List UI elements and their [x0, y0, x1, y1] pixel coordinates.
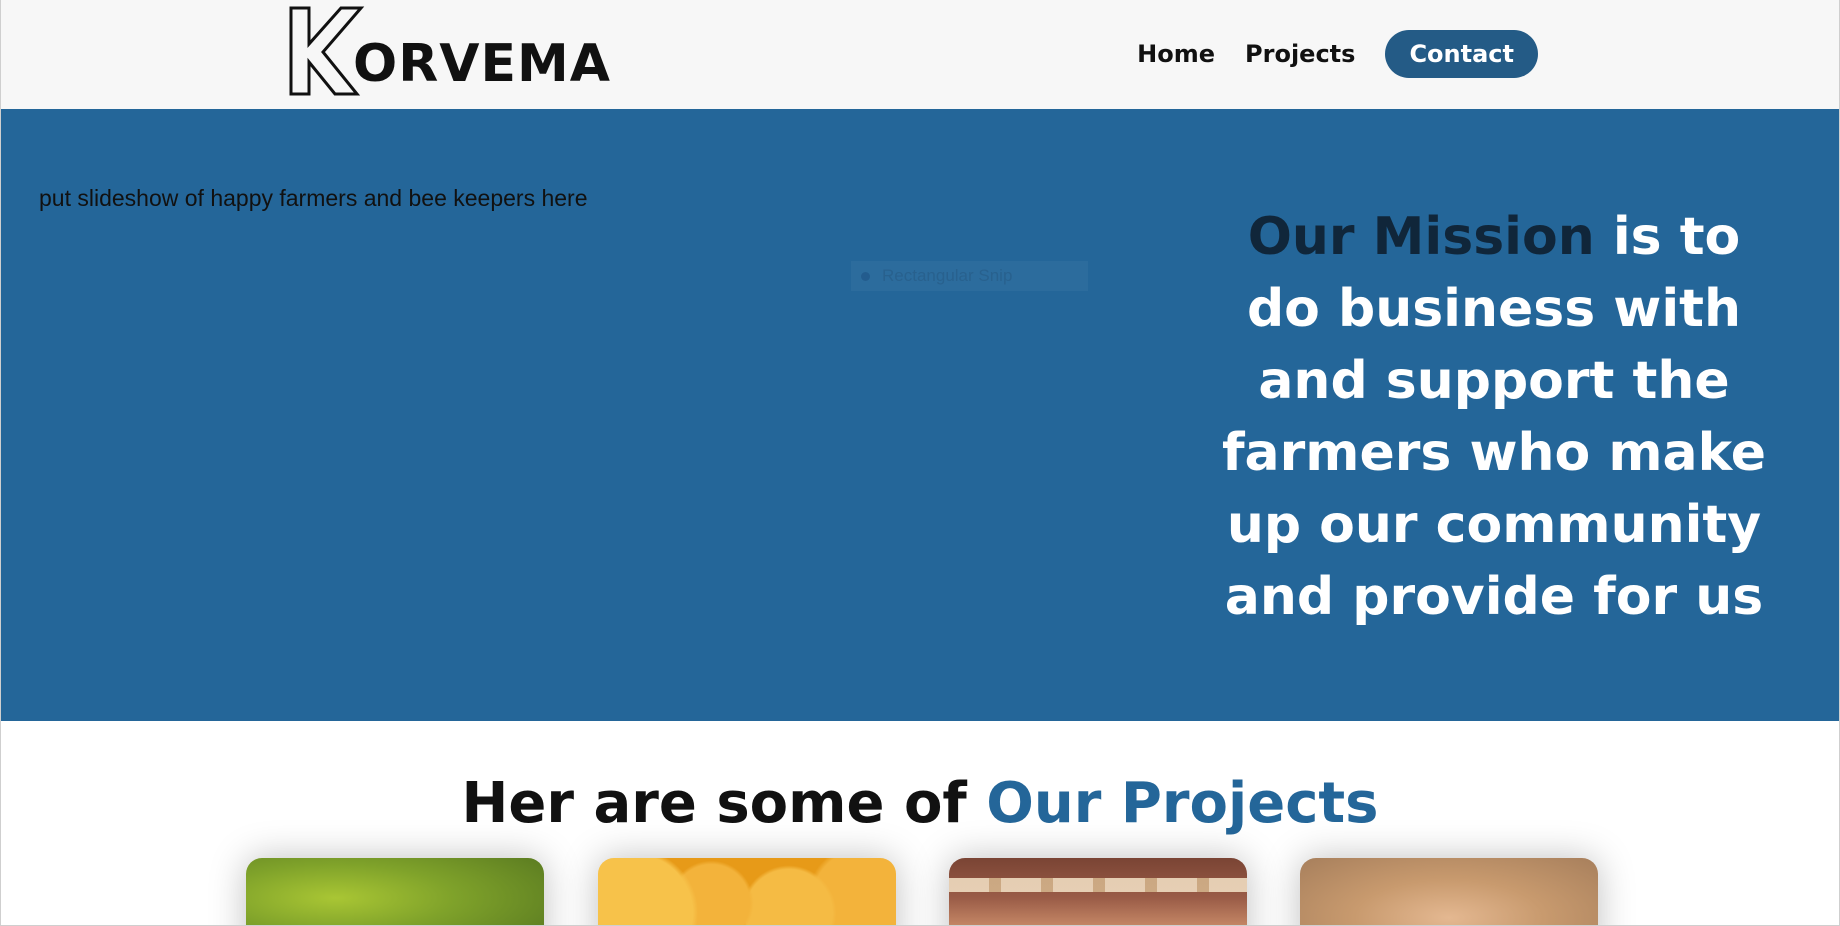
- snip-dot-icon: [861, 271, 870, 281]
- nav-projects-link[interactable]: Projects: [1245, 40, 1355, 68]
- project-card-honeycomb[interactable]: [598, 858, 896, 925]
- projects-heading-prefix: Her are some of: [461, 771, 987, 836]
- snip-tooltip-overlay: Rectangular Snip: [851, 261, 1088, 291]
- project-cards: [1, 858, 1839, 925]
- projects-heading: Her are some of Our Projects: [1, 768, 1839, 840]
- korvema-logo[interactable]: ORVEMA: [289, 6, 610, 98]
- mission-text: is to do business with and support the f…: [1221, 207, 1767, 627]
- mission-statement: Our Mission is to do business with and s…: [1211, 201, 1777, 633]
- projects-heading-accent: Our Projects: [986, 771, 1379, 836]
- logo-wordmark: ORVEMA: [353, 34, 612, 94]
- nav-home-link[interactable]: Home: [1137, 40, 1215, 68]
- slideshow-placeholder-text: put slideshow of happy farmers and bee k…: [39, 185, 588, 211]
- site-header: ORVEMA Home Projects Contact: [1, 0, 1839, 109]
- snip-tooltip-label: Rectangular Snip: [882, 266, 1013, 285]
- project-card-basket[interactable]: [949, 858, 1247, 925]
- project-card-beekeeper[interactable]: [1300, 858, 1598, 925]
- project-card-green-leaf[interactable]: [246, 858, 544, 925]
- page: ORVEMA Home Projects Contact put slidesh…: [0, 0, 1840, 926]
- nav-contact-button[interactable]: Contact: [1385, 30, 1538, 78]
- main-nav: Home Projects Contact: [1137, 30, 1538, 78]
- mission-highlight: Our Mission: [1247, 207, 1595, 267]
- hero-section: put slideshow of happy farmers and bee k…: [1, 109, 1839, 721]
